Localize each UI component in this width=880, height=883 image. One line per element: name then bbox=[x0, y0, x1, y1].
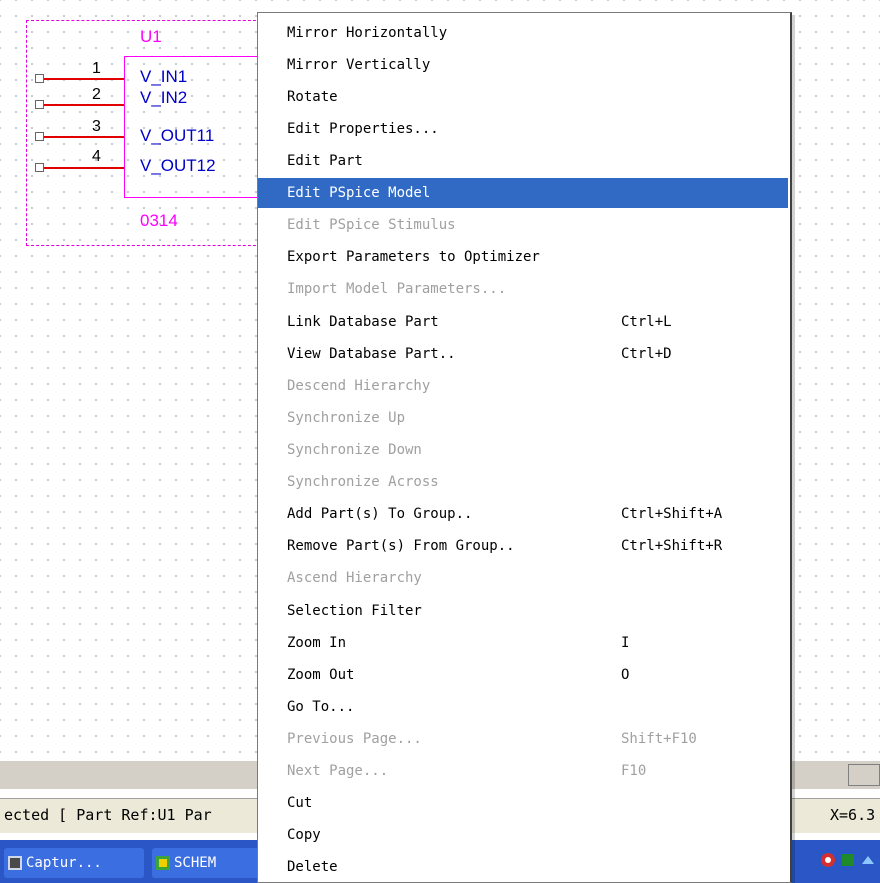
menu-item-label: Edit Part bbox=[287, 153, 363, 169]
tray-sound-icon[interactable] bbox=[860, 852, 876, 868]
menu-item-previous-page[interactable]: Previous Page... Shift+F10 bbox=[258, 724, 790, 754]
part-reference: U1 bbox=[140, 27, 162, 46]
menu-item-label: Synchronize Across bbox=[287, 474, 439, 490]
menu-item-label: Synchronize Up bbox=[287, 410, 406, 426]
menu-item-view-database-part[interactable]: View Database Part.. Ctrl+D bbox=[258, 339, 790, 369]
menu-item-next-page[interactable]: Next Page... F10 bbox=[258, 756, 790, 786]
menu-item-label: Rotate bbox=[287, 89, 338, 105]
menu-item-copy[interactable]: Copy bbox=[258, 820, 790, 850]
pin-1-name: V_IN1 bbox=[140, 67, 188, 86]
menu-item-shortcut: Ctrl+Shift+R bbox=[621, 538, 723, 554]
menu-item-add-parts-to-group[interactable]: Add Part(s) To Group.. Ctrl+Shift+A bbox=[258, 499, 790, 529]
menu-item-label: Edit PSpice Model bbox=[287, 185, 431, 201]
menu-item-edit-pspice-model[interactable]: Edit PSpice Model bbox=[258, 178, 788, 208]
pin-3-name: V_OUT11 bbox=[140, 126, 215, 145]
menu-item-label: Ascend Hierarchy bbox=[287, 570, 422, 586]
menu-item-label: Next Page... bbox=[287, 763, 389, 779]
tray-network-icon[interactable] bbox=[840, 852, 856, 868]
menu-item-label: Synchronize Down bbox=[287, 442, 422, 458]
menu-item-import-model-parameters[interactable]: Import Model Parameters... bbox=[258, 274, 790, 304]
menu-item-label: Import Model Parameters... bbox=[287, 281, 507, 297]
menu-item-edit-part[interactable]: Edit Part bbox=[258, 146, 790, 176]
pin-2-wire bbox=[44, 104, 124, 106]
taskbar-button-capture[interactable]: Captur... bbox=[4, 848, 144, 878]
menu-item-cut[interactable]: Cut bbox=[258, 788, 790, 818]
pin-2-number: 2 bbox=[92, 86, 101, 103]
pin-1-number: 1 bbox=[92, 60, 101, 77]
menu-item-zoom-in[interactable]: Zoom In I bbox=[258, 628, 790, 658]
menu-item-edit-properties[interactable]: Edit Properties... bbox=[258, 114, 790, 144]
menu-item-synchronize-up[interactable]: Synchronize Up bbox=[258, 403, 790, 433]
pin-1-terminal[interactable] bbox=[35, 74, 44, 83]
pin-3-number: 3 bbox=[92, 118, 101, 135]
menu-item-delete[interactable]: Delete bbox=[258, 852, 790, 882]
menu-item-label: Mirror Horizontally bbox=[287, 25, 448, 41]
pin-3-wire bbox=[44, 136, 124, 138]
menu-item-label: Previous Page... bbox=[287, 731, 422, 747]
menu-item-go-to[interactable]: Go To... bbox=[258, 692, 790, 722]
menu-item-selection-filter[interactable]: Selection Filter bbox=[258, 596, 790, 626]
menu-item-shortcut: Ctrl+L bbox=[621, 314, 672, 330]
taskbar-label-capture: Captur... bbox=[26, 855, 102, 871]
tray-status-icon[interactable] bbox=[820, 852, 836, 868]
menu-item-shortcut: F10 bbox=[621, 763, 647, 779]
menu-item-shortcut: Ctrl+D bbox=[621, 346, 672, 362]
menu-item-label: Zoom Out bbox=[287, 667, 355, 683]
menu-item-descend-hierarchy[interactable]: Descend Hierarchy bbox=[258, 371, 790, 401]
menu-item-ascend-hierarchy[interactable]: Ascend Hierarchy bbox=[258, 563, 790, 593]
status-selection-text: ected [ Part Ref:U1 Par bbox=[4, 806, 212, 824]
pin-4-number: 4 bbox=[92, 148, 101, 165]
pin-2-terminal[interactable] bbox=[35, 100, 44, 109]
status-coordinates: X=6.3 bbox=[830, 806, 876, 824]
menu-item-label: Edit Properties... bbox=[287, 121, 439, 137]
menu-item-label: Link Database Part bbox=[287, 314, 439, 330]
menu-item-label: Remove Part(s) From Group.. bbox=[287, 538, 515, 554]
menu-item-mirror-horizontally[interactable]: Mirror Horizontally bbox=[258, 18, 790, 48]
menu-item-shortcut: Shift+F10 bbox=[621, 731, 697, 747]
menu-item-synchronize-down[interactable]: Synchronize Down bbox=[258, 435, 790, 465]
menu-item-shortcut: O bbox=[621, 667, 630, 683]
menu-item-label: Descend Hierarchy bbox=[287, 378, 431, 394]
capture-app-icon bbox=[8, 856, 22, 870]
menu-item-mirror-vertically[interactable]: Mirror Vertically bbox=[258, 50, 790, 80]
menu-item-label: Add Part(s) To Group.. bbox=[287, 506, 473, 522]
menu-item-synchronize-across[interactable]: Synchronize Across bbox=[258, 467, 790, 497]
taskbar-button-schem[interactable]: SCHEM bbox=[152, 848, 262, 878]
pin-4-terminal[interactable] bbox=[35, 163, 44, 172]
menu-item-label: Delete bbox=[287, 859, 338, 875]
schematic-app-icon bbox=[156, 856, 170, 870]
menu-item-label: Cut bbox=[287, 795, 313, 811]
menu-item-label: Export Parameters to Optimizer bbox=[287, 249, 540, 265]
menu-item-remove-parts-from-group[interactable]: Remove Part(s) From Group.. Ctrl+Shift+R bbox=[258, 531, 790, 561]
scrollbar-thumb[interactable] bbox=[848, 764, 880, 786]
pin-3-terminal[interactable] bbox=[35, 132, 44, 141]
pin-4-name: V_OUT12 bbox=[140, 156, 216, 175]
menu-item-link-database-part[interactable]: Link Database Part Ctrl+L bbox=[258, 307, 790, 337]
menu-item-label: Mirror Vertically bbox=[287, 57, 431, 73]
menu-item-label: Copy bbox=[287, 827, 321, 843]
menu-item-label: Edit PSpice Stimulus bbox=[287, 217, 456, 233]
menu-item-label: Zoom In bbox=[287, 635, 347, 651]
pin-1-wire bbox=[44, 78, 124, 80]
menu-item-rotate[interactable]: Rotate bbox=[258, 82, 790, 112]
menu-item-label: Go To... bbox=[287, 699, 355, 715]
menu-item-shortcut: I bbox=[621, 635, 630, 651]
pin-2-name: V_IN2 bbox=[140, 88, 188, 107]
taskbar-label-schem: SCHEM bbox=[174, 855, 217, 871]
menu-item-label: Selection Filter bbox=[287, 603, 422, 619]
pin-4-wire bbox=[44, 167, 124, 169]
part-value: 0314 bbox=[140, 211, 178, 230]
menu-item-edit-pspice-stimulus[interactable]: Edit PSpice Stimulus bbox=[258, 210, 790, 240]
menu-item-label: View Database Part.. bbox=[287, 346, 456, 362]
menu-item-zoom-out[interactable]: Zoom Out O bbox=[258, 660, 790, 690]
menu-item-shortcut: Ctrl+Shift+A bbox=[621, 506, 723, 522]
menu-item-export-parameters[interactable]: Export Parameters to Optimizer bbox=[258, 242, 790, 272]
